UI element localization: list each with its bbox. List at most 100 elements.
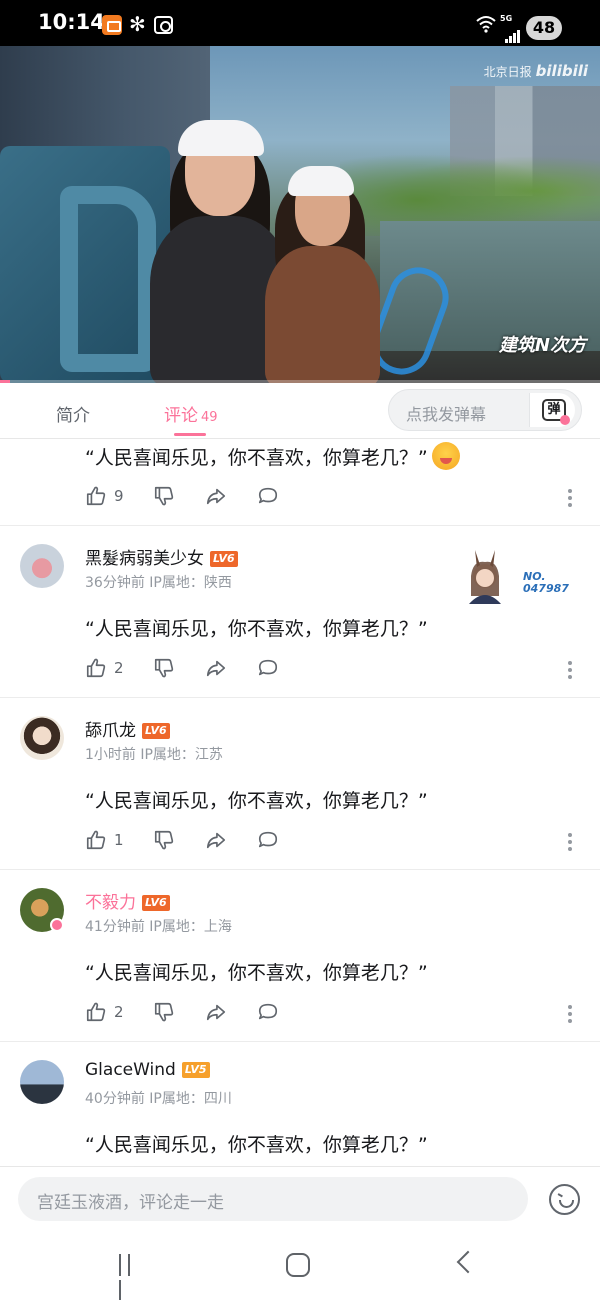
comment-item: “人民喜闻乐见，你不喜欢，你算老几？” 9 [0,440,600,526]
more-options-icon[interactable] [563,659,577,683]
anime-character-icon [469,550,501,604]
thumbs-up-icon [86,830,106,850]
comment-text-content: “人民喜闻乐见，你不喜欢，你算老几？” [85,447,428,469]
battery-level: 48 [526,16,562,40]
comment-text: “人民喜闻乐见，你不喜欢，你算老几？” [85,618,428,640]
more-options-icon[interactable] [563,1003,577,1027]
like-button[interactable]: 1 [85,829,124,853]
video-player[interactable]: 北京日报 bilibili 建筑N次方 [0,46,600,383]
video-sign [0,146,170,383]
laughing-emoji-icon [431,442,460,470]
danmaku-toggle-button[interactable]: 弹 [529,393,575,427]
signal-icon [505,24,521,43]
comment-icon [258,659,278,676]
dislike-button[interactable] [153,485,175,509]
comment-input-placeholder: 宫廷玉液酒，评论走一走 [37,1193,224,1213]
thumbs-down-icon [154,486,174,506]
username-text: 黑髮病弱美少女 [85,549,204,569]
dislike-button[interactable] [153,657,175,681]
comment-username[interactable]: GlaceWind LV5 [85,1060,210,1080]
comment-text: “人民喜闻乐见，你不喜欢，你算老几？” [85,1134,428,1156]
share-button[interactable] [205,485,227,509]
share-button[interactable] [205,1001,227,1025]
wifi-icon [476,16,496,33]
avatar[interactable] [20,1060,64,1104]
comment-meta: 1小时前 IP属地：江苏 [85,747,223,763]
like-button[interactable]: 9 [85,485,124,509]
share-icon [206,832,226,849]
back-icon[interactable] [456,1250,480,1274]
comment-item: 舔爪龙 LV6 1小时前 IP属地：江苏 “人民喜闻乐见，你不喜欢，你算老几？” … [0,698,600,870]
share-button[interactable] [205,657,227,681]
reply-button[interactable] [257,657,279,681]
avatar-pendant: NO. 047987 [455,546,575,606]
comment-icon [258,1003,278,1020]
comment-text: “人民喜闻乐见，你不喜欢，你算老几？” [85,442,460,470]
pinwheel-icon: ✻ [129,12,146,36]
system-nav-bar [0,1230,600,1300]
home-icon[interactable] [286,1253,310,1277]
more-options-icon[interactable] [563,487,577,511]
share-button[interactable] [205,829,227,853]
comment-text: “人民喜闻乐见，你不喜欢，你算老几？” [85,962,428,984]
thumbs-up-icon [86,486,106,506]
dislike-button[interactable] [153,1001,175,1025]
tab-comments-label: 评论 [164,406,198,426]
tab-active-indicator [174,433,206,436]
screenshot-icon [154,16,173,34]
reply-button[interactable] [257,1001,279,1025]
tab-comments[interactable]: 评论 49 [164,401,218,426]
comment-list[interactable]: “人民喜闻乐见，你不喜欢，你算老几？” 9 黑髮病弱美少女 LV6 36分钟前 I… [0,440,600,1166]
comment-username[interactable]: 黑髮病弱美少女 LV6 [85,544,238,569]
watermark-platform: bilibili [535,62,588,80]
danmaku-placeholder: 点我发弹幕 [406,405,487,424]
danmaku-input[interactable]: 点我发弹幕 弹 [388,389,582,431]
like-count: 2 [114,659,124,677]
comment-icon [258,487,278,504]
username-text: GlaceWind [85,1060,176,1080]
recent-apps-icon[interactable] [119,1254,143,1300]
comment-item: GlaceWind LV5 40分钟前 IP属地：四川 “人民喜闻乐见，你不喜欢，… [0,1042,600,1166]
level-badge: LV5 [181,1062,210,1078]
pendant-number: NO. 047987 [523,571,569,595]
app-notification-icon [102,15,122,35]
video-watermark: 北京日报 bilibili [484,62,588,80]
status-time: 10:14 [38,10,105,34]
comment-input-bar: 宫廷玉液酒，评论走一走 [0,1166,600,1230]
like-count: 9 [114,487,124,505]
comment-input[interactable]: 宫廷玉液酒，评论走一走 [18,1177,528,1221]
thumbs-up-icon [86,658,106,678]
avatar[interactable] [20,716,64,760]
video-person-cap [178,120,264,156]
reply-button[interactable] [257,485,279,509]
like-button[interactable]: 2 [85,657,124,681]
comment-meta: 40分钟前 IP属地：四川 [85,1091,232,1107]
pendant-id: 047987 [523,582,569,595]
username-text: 不毅力 [85,893,136,913]
thumbs-down-icon [154,830,174,850]
level-badge: LV6 [142,723,170,739]
emoji-icon[interactable] [549,1184,580,1215]
comment-username[interactable]: 不毅力 LV6 [85,888,170,913]
comment-meta: 41分钟前 IP属地：上海 [85,919,232,935]
video-person-right [265,246,380,383]
share-icon [206,660,226,677]
username-text: 舔爪龙 [85,721,136,741]
share-icon [206,488,226,505]
video-person-cap [288,166,354,196]
tab-intro[interactable]: 简介 [56,401,90,426]
like-button[interactable]: 2 [85,1001,124,1025]
danmaku-icon: 弹 [542,399,570,425]
dislike-button[interactable] [153,829,175,853]
comment-username[interactable]: 舔爪龙 LV6 [85,716,170,741]
comment-icon [258,831,278,848]
comment-item: 黑髮病弱美少女 LV6 36分钟前 IP属地：陕西 NO. 047987 “人民喜… [0,526,600,698]
comment-text: “人民喜闻乐见，你不喜欢，你算老几？” [85,790,428,812]
comment-item: 不毅力 LV6 41分钟前 IP属地：上海 “人民喜闻乐见，你不喜欢，你算老几？”… [0,870,600,1042]
avatar[interactable] [20,544,64,588]
video-overlay-logo: 建筑N次方 [498,335,586,356]
vip-badge-icon [50,918,64,932]
like-count: 1 [114,831,124,849]
reply-button[interactable] [257,829,279,853]
more-options-icon[interactable] [563,831,577,855]
